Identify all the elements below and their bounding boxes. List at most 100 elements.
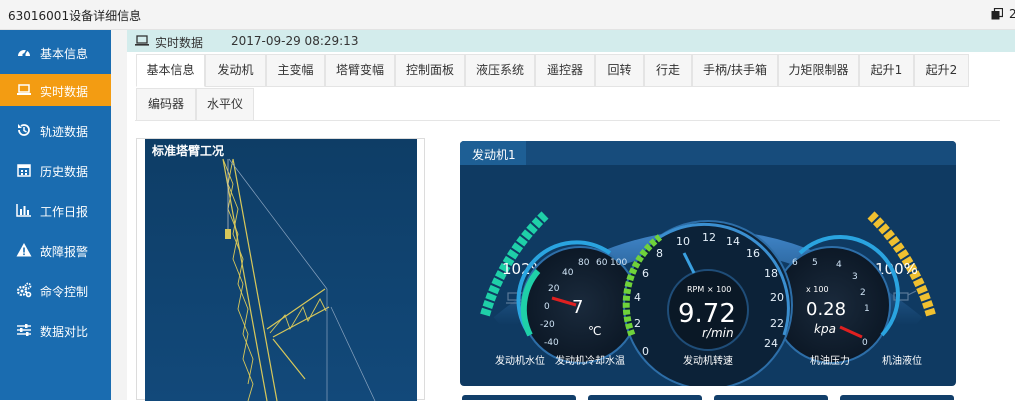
coolant-tick: 0 (544, 302, 550, 312)
coolant-tick: -40 (544, 338, 559, 348)
tab-control-panel[interactable]: 控制面板 (395, 54, 465, 87)
engine-panel-title: 发动机1 (472, 148, 516, 162)
tabs-divider (135, 120, 1000, 121)
tab-hoist-1[interactable]: 起升1 (859, 54, 914, 87)
coolant-temp-label: 发动机冷却水温 (555, 354, 625, 367)
rpm-tick: 0 (642, 345, 649, 358)
sidebar-item-label: 故障报警 (40, 245, 89, 259)
rpm-tick: 16 (746, 247, 760, 260)
rpm-gauge: 0 2 4 6 8 10 12 14 16 18 20 22 24 RPM × … (622, 220, 793, 386)
rpm-tick: 12 (702, 231, 716, 244)
rpm-unit: r/min (702, 326, 734, 340)
tab-level-gauge[interactable]: 水平仪 (196, 88, 254, 121)
rpm-tick: 8 (656, 247, 663, 260)
crane-panel: 标准塔臂工况 (136, 138, 425, 401)
sidebar-item-fault-alarm[interactable]: 故障报警 (0, 234, 111, 266)
rpm-tick: 18 (764, 267, 778, 280)
laptop-icon (135, 35, 149, 46)
tab-hoist-2[interactable]: 起升2 (914, 54, 969, 87)
window-title: 63016001设备详细信息 (8, 9, 142, 23)
tab-handle-armrest[interactable]: 手柄/扶手箱 (692, 54, 778, 87)
sidebar-item-label: 命令控制 (40, 285, 89, 299)
rpm-scale: RPM × 100 (687, 285, 731, 294)
water-level-label: 发动机水位 (495, 354, 545, 367)
sidebar-item-data-compare[interactable]: 数据对比 (0, 314, 111, 346)
sidebar-item-label: 数据对比 (40, 325, 89, 339)
window-title-extra: 2 (1009, 7, 1015, 21)
sidebar-item-label: 基本信息 (40, 47, 89, 61)
realtime-timestamp: 2017-09-29 08:29:13 (231, 34, 359, 48)
sidebar-item-realtime-data[interactable]: 实时数据 (0, 74, 111, 106)
tab-basic-info[interactable]: 基本信息 (136, 54, 205, 87)
coolant-tick: 60 (596, 258, 608, 268)
sliders-icon (17, 324, 31, 336)
sidebar-item-track-data[interactable]: 轨迹数据 (0, 114, 111, 146)
laptop-icon (17, 84, 31, 95)
sidebar-item-basic-info[interactable]: 基本信息 (0, 36, 111, 68)
rpm-tick: 14 (726, 235, 740, 248)
engine-gauges: 102% 100% 发动机水位 机油液位 100 80 60 40 20 0 -… (480, 211, 936, 386)
dashboard-icon (18, 49, 30, 57)
oil-pressure-tick: 4 (836, 260, 842, 270)
restore-window-icon[interactable] (991, 8, 1003, 20)
rpm-tick: 24 (764, 337, 778, 350)
history-icon (18, 124, 30, 136)
calendar-icon (17, 164, 31, 177)
oil-pressure-tick: 2 (860, 288, 866, 298)
sidebar-item-label: 实时数据 (40, 85, 89, 99)
rpm-tick: 10 (676, 235, 690, 248)
oil-pressure-unit: kpa (814, 322, 836, 336)
oil-pressure-tick: 5 (812, 258, 818, 268)
engine-panel-header (460, 141, 956, 165)
mini-panel (588, 395, 702, 400)
crane-canvas: 标准塔臂工况 (145, 139, 417, 401)
oil-pressure-tick: 6 (792, 258, 798, 268)
tab-moment-limiter[interactable]: 力矩限制器 (778, 54, 859, 87)
realtime-header: 实时数据 2017-09-29 08:29:13 (127, 30, 1015, 52)
rpm-label: 发动机转速 (683, 354, 733, 367)
sidebar-item-command-control[interactable]: 命令控制 (0, 274, 111, 306)
tab-engine[interactable]: 发动机 (205, 54, 266, 87)
tab-remote-control[interactable]: 遥控器 (535, 54, 595, 87)
engine-panel: 发动机1 102% 100% 发动机水位 机油液位 100 80 60 40 2… (460, 141, 956, 386)
coolant-tick: 20 (548, 284, 560, 294)
cogs-icon (16, 282, 32, 298)
warning-icon (16, 243, 32, 257)
coolant-tick: 40 (562, 268, 574, 278)
rpm-value: 9.72 (678, 299, 736, 329)
tab-tower-boom-luffing[interactable]: 塔臂变幅 (325, 54, 395, 87)
sidebar-item-label: 轨迹数据 (40, 125, 89, 139)
bar-chart-icon (16, 204, 31, 217)
oil-pressure-tick: 1 (864, 304, 870, 314)
content-gutter (111, 30, 127, 400)
rpm-tick: 22 (770, 317, 784, 330)
tab-travel[interactable]: 行走 (644, 54, 692, 87)
oil-pressure-scale: x 100 (806, 285, 829, 294)
tab-main-luffing[interactable]: 主变幅 (266, 54, 325, 87)
sidebar-item-daily-report[interactable]: 工作日报 (0, 194, 111, 226)
tab-hydraulic-system[interactable]: 液压系统 (465, 54, 535, 87)
coolant-temp-value: 7 (572, 297, 583, 318)
oil-level-label: 机油液位 (882, 354, 922, 367)
rpm-tick: 4 (634, 291, 641, 304)
oil-pressure-label: 机油压力 (810, 354, 850, 367)
tab-slewing[interactable]: 回转 (595, 54, 644, 87)
oil-pressure-tick: 0 (862, 338, 868, 348)
engine-panel-title-tab[interactable]: 发动机1 (460, 141, 526, 165)
mini-panel (840, 395, 954, 400)
tab-encoder[interactable]: 编码器 (136, 88, 196, 121)
coolant-tick: -20 (540, 320, 555, 330)
sidebar-item-label: 工作日报 (40, 205, 89, 219)
coolant-temp-unit: ℃ (588, 324, 601, 338)
coolant-tick: 100 (610, 258, 627, 268)
realtime-label: 实时数据 (155, 36, 204, 50)
sidebar-item-label: 历史数据 (40, 165, 89, 179)
mini-panel (462, 395, 576, 400)
mini-panel (714, 395, 828, 400)
oil-pressure-tick: 3 (852, 272, 858, 282)
rpm-tick: 2 (634, 317, 641, 330)
oil-pressure-value: 0.28 (806, 299, 846, 320)
sidebar: 基本信息 实时数据 轨迹数据 历史数据 工作日报 故障报警 命令控制 数据对比 (0, 30, 111, 400)
window-titlebar: 63016001设备详细信息 2 (0, 0, 1015, 30)
sidebar-item-history-data[interactable]: 历史数据 (0, 154, 111, 186)
